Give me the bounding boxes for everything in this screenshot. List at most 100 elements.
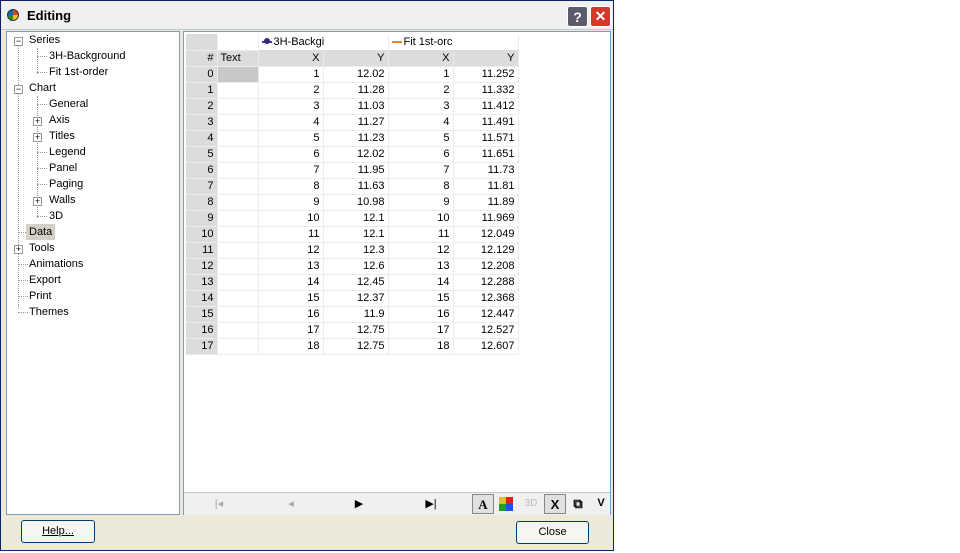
collapse-icon[interactable]: − (14, 37, 23, 46)
grid-cell[interactable]: 12.37 (323, 290, 389, 307)
grid-cell[interactable]: 12.45 (323, 274, 389, 291)
grid-cell[interactable] (217, 146, 259, 163)
x-header-2[interactable]: X (388, 50, 454, 67)
text-header[interactable]: Text (217, 50, 259, 67)
help-title-button[interactable]: ? (567, 6, 588, 27)
grid-cell[interactable] (217, 162, 259, 179)
close-window-button[interactable]: ✕ (590, 6, 611, 27)
help-button[interactable]: Help... (21, 520, 95, 543)
close-button[interactable]: Close (516, 521, 589, 544)
grid-cell[interactable]: 12.1 (323, 226, 389, 243)
copy-button[interactable]: ⧉ (567, 494, 589, 514)
grid-cell[interactable]: 11.969 (453, 210, 519, 227)
collapse-icon[interactable]: − (14, 85, 23, 94)
grid-cell[interactable]: 9 (388, 194, 454, 211)
expand-icon[interactable]: + (33, 197, 42, 206)
tree-item-paging[interactable]: Paging (49, 176, 83, 192)
grid-cell[interactable] (217, 226, 259, 243)
grid-cell[interactable]: 15 (258, 290, 324, 307)
grid-cell[interactable]: 12.288 (453, 274, 519, 291)
series-header-2[interactable]: Fit 1st-orc (388, 34, 519, 51)
tree-item-print[interactable]: Print (29, 288, 52, 304)
grid-cell[interactable]: 16 (258, 306, 324, 323)
grid-cell[interactable] (217, 290, 259, 307)
grid-cell[interactable] (217, 98, 259, 115)
grid-cell[interactable]: 12.208 (453, 258, 519, 275)
expand-icon[interactable]: + (33, 117, 42, 126)
grid-cell[interactable] (217, 322, 259, 339)
grid-cell[interactable]: 12.3 (323, 242, 389, 259)
grid-cell[interactable]: 5 (258, 130, 324, 147)
tree-item-data[interactable]: Data (26, 224, 56, 240)
grid-cell[interactable]: 10.98 (323, 194, 389, 211)
grid-cell[interactable]: 11 (258, 226, 324, 243)
tree-item-animations[interactable]: Animations (29, 256, 83, 272)
tree-item-fit-1st-order[interactable]: Fit 1st-order (49, 64, 108, 80)
text-column-button[interactable]: A (472, 494, 494, 514)
grid-cell[interactable] (217, 274, 259, 291)
grid-cell[interactable]: 11.651 (453, 146, 519, 163)
x-header-1[interactable]: X (258, 50, 324, 67)
expand-icon[interactable]: + (14, 245, 23, 254)
tree-item-walls[interactable]: Walls (49, 192, 75, 208)
grid-cell[interactable]: 11.491 (453, 114, 519, 131)
grid-cell[interactable]: 13 (388, 258, 454, 275)
grid-cell[interactable]: 12.607 (453, 338, 519, 355)
grid-cell[interactable] (217, 306, 259, 323)
grid-cell[interactable]: 17 (388, 322, 454, 339)
grid-cell[interactable]: 11.23 (323, 130, 389, 147)
grid-cell[interactable]: 9 (258, 194, 324, 211)
tree-item-export[interactable]: Export (29, 272, 61, 288)
grid-cell[interactable]: 11.332 (453, 82, 519, 99)
tree-item-general[interactable]: General (49, 96, 88, 112)
grid-cell[interactable]: 16 (388, 306, 454, 323)
grid-cell[interactable]: 11.81 (453, 178, 519, 195)
grid-cell[interactable]: 4 (388, 114, 454, 131)
row-number-header[interactable]: # (186, 50, 218, 67)
grid-cell[interactable]: 8 (388, 178, 454, 195)
grid-cell[interactable]: 11.412 (453, 98, 519, 115)
grid-cell[interactable]: 11.03 (323, 98, 389, 115)
tree-item-tools[interactable]: Tools (29, 240, 55, 256)
colors-button[interactable] (495, 494, 517, 514)
grid-cell[interactable]: 12 (388, 242, 454, 259)
grid-cell[interactable] (217, 258, 259, 275)
grid-cell[interactable]: 2 (388, 82, 454, 99)
grid-cell[interactable]: 11.571 (453, 130, 519, 147)
tree-item-3d[interactable]: 3D (49, 208, 63, 224)
grid-cell[interactable]: 6 (388, 146, 454, 163)
grid-cell[interactable]: 15 (388, 290, 454, 307)
grid-cell[interactable]: 7 (258, 162, 324, 179)
grid-cell[interactable]: 12.368 (453, 290, 519, 307)
tree-item-chart[interactable]: Chart (29, 80, 56, 96)
tree-item-series[interactable]: Series (29, 32, 60, 48)
grid-cell[interactable]: 14 (388, 274, 454, 291)
grid-cell[interactable]: 11.63 (323, 178, 389, 195)
grid-cell[interactable]: 11.89 (453, 194, 519, 211)
grid-cell[interactable]: 17 (258, 322, 324, 339)
grid-cell[interactable]: 11.95 (323, 162, 389, 179)
last-record-icon[interactable]: ▶| (420, 495, 442, 513)
tree-item-legend[interactable]: Legend (49, 144, 86, 160)
grid-cell[interactable]: 6 (258, 146, 324, 163)
grid-cell[interactable] (217, 210, 259, 227)
grid-cell[interactable]: 14 (258, 274, 324, 291)
grid-cell[interactable]: 12.75 (323, 338, 389, 355)
grid-cell[interactable]: 7 (388, 162, 454, 179)
grid-cell[interactable] (217, 82, 259, 99)
grid-cell[interactable]: 18 (258, 338, 324, 355)
vertical-button[interactable]: V (590, 494, 612, 514)
grid-cell[interactable] (217, 338, 259, 355)
tree-item-axis[interactable]: Axis (49, 112, 70, 128)
grid-cell[interactable]: 12.02 (323, 66, 389, 83)
grid-cell[interactable] (217, 242, 259, 259)
next-record-icon[interactable]: ▶ (348, 495, 370, 513)
grid-cell[interactable]: 3 (258, 98, 324, 115)
grid-cell[interactable]: 1 (258, 66, 324, 83)
grid-cell[interactable]: 12.02 (323, 146, 389, 163)
grid-cell[interactable]: 8 (258, 178, 324, 195)
grid-cell[interactable]: 12.129 (453, 242, 519, 259)
grid-cell[interactable]: 2 (258, 82, 324, 99)
grid-cell[interactable] (217, 114, 259, 131)
tree-item-titles[interactable]: Titles (49, 128, 75, 144)
